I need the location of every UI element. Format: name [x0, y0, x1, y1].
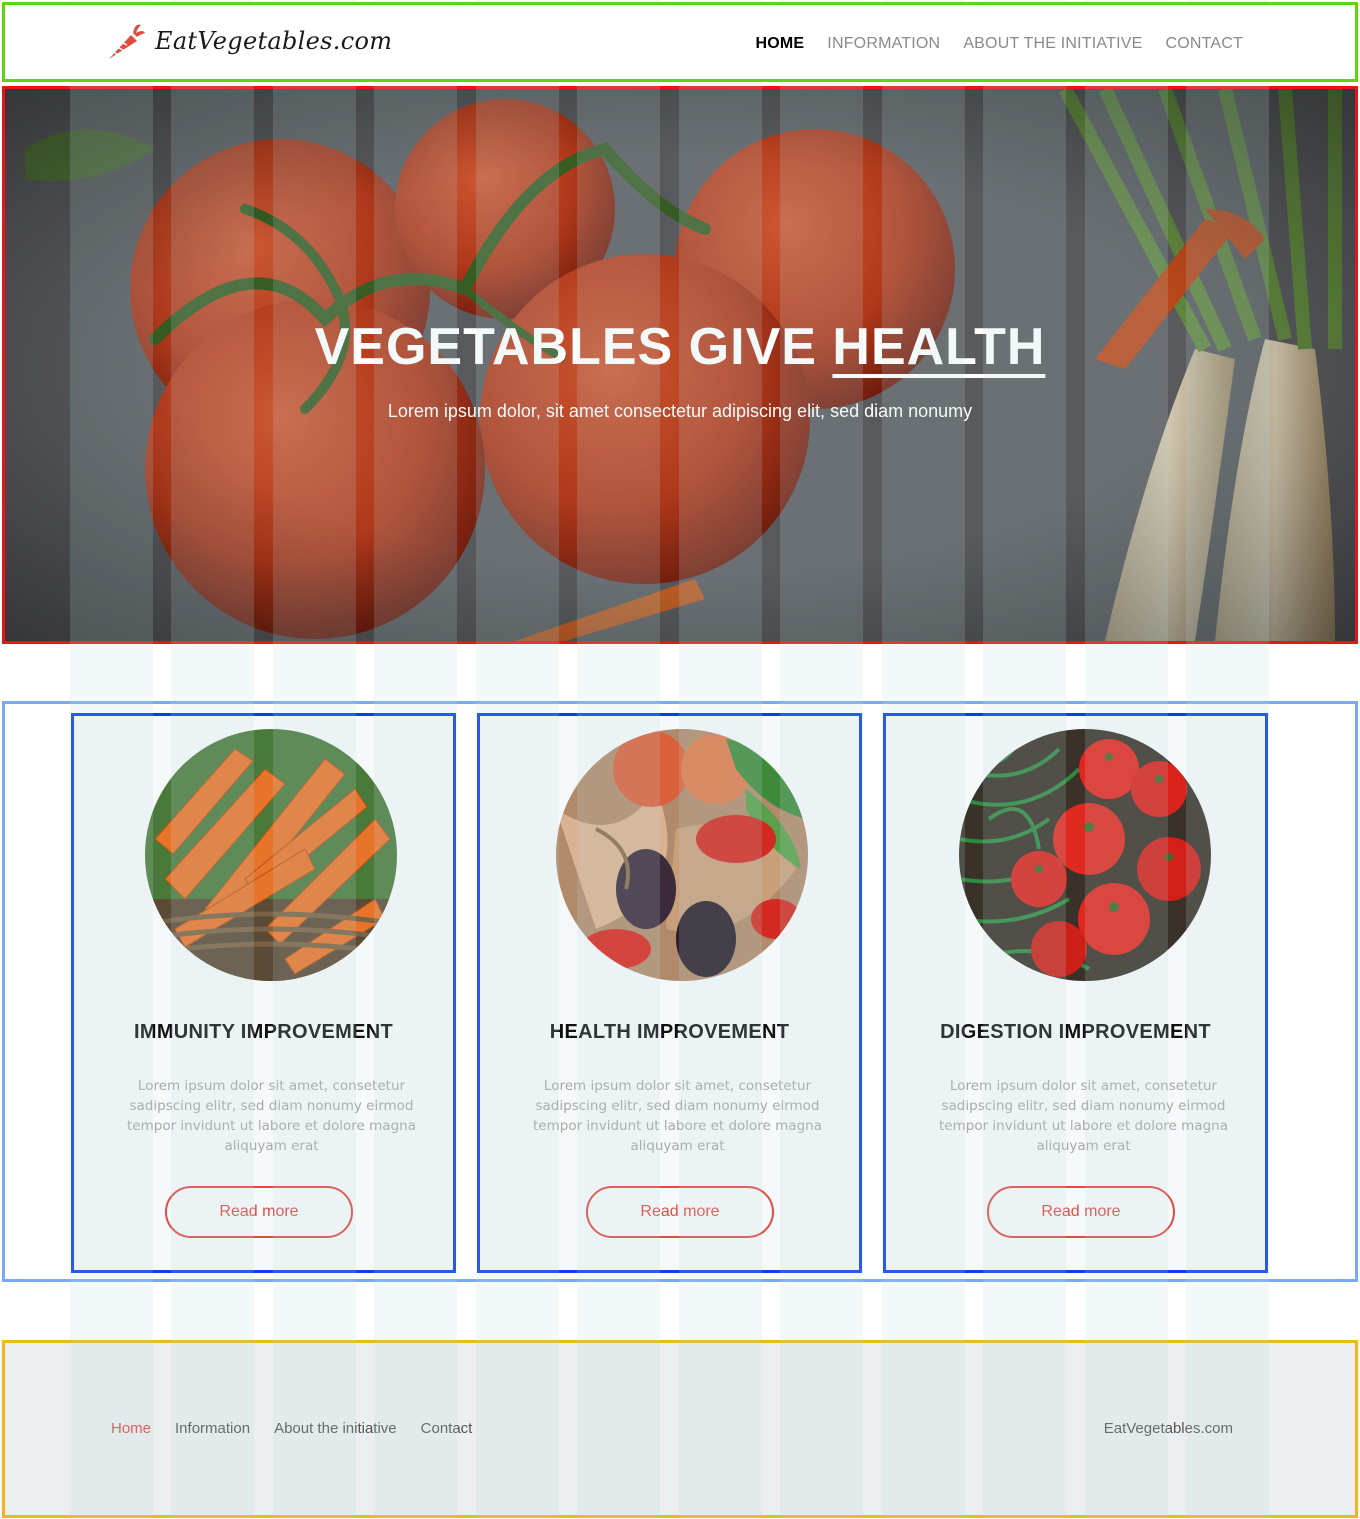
hero-subtitle: Lorem ipsum dolor, sit amet consectetur …	[387, 401, 973, 421]
footer-link-contact[interactable]: Contact	[421, 1420, 473, 1437]
card-text: Lorem ipsum dolor sit amet, consetetur s…	[533, 1078, 822, 1154]
card-title: DIGESTION IMPROVEMENT	[940, 1021, 1211, 1043]
tomatoes-greens-image	[959, 729, 1211, 981]
hero-title-main: VEGETABLES GIVE	[314, 318, 833, 376]
nav-item-about-the-initiative[interactable]: ABOUT THE INITIATIVE	[963, 35, 1142, 53]
footer-link-information[interactable]: Information	[175, 1420, 250, 1437]
card-text: Lorem ipsum dolor sit amet, consetetur s…	[127, 1078, 416, 1154]
read-more-button[interactable]: Read more	[987, 1186, 1175, 1238]
feature-card-immunity: IMMUNITY IMPROVEMENT Lorem ipsum dolor s…	[71, 713, 456, 1273]
nav-item-information[interactable]: INFORMATION	[827, 35, 940, 53]
carrot-logo-icon	[109, 24, 145, 59]
footer-brand: EatVegetables.com	[1103, 1420, 1233, 1437]
mixed-vegetables-image	[556, 729, 808, 981]
read-more-button[interactable]: Read more	[586, 1186, 774, 1238]
hero-title-highlight: HEALTH	[832, 318, 1046, 376]
card-title: HEALTH IMPROVEMENT	[549, 1021, 790, 1043]
site-logo[interactable]: EatVegetables.com	[103, 19, 392, 63]
card-title: IMMUNITY IMPROVEMENT	[134, 1021, 393, 1043]
footer-link-home[interactable]: Home	[111, 1420, 151, 1437]
site-header: EatVegetables.com HOME INFORMATION ABOUT…	[2, 2, 1358, 82]
feature-card-health: HEALTH IMPROVEMENT Lorem ipsum dolor sit…	[477, 713, 862, 1273]
card-text: Lorem ipsum dolor sit amet, consetetur s…	[939, 1078, 1228, 1154]
feature-card-digestion: DIGESTION IMPROVEMENT Lorem ipsum dolor …	[883, 713, 1268, 1273]
logo-text: EatVegetables.com	[155, 27, 393, 55]
hero-banner: VEGETABLES GIVE HEALTH Lorem ipsum dolor…	[2, 86, 1358, 644]
main-nav: HOME INFORMATION ABOUT THE INITIATIVE CO…	[755, 35, 1243, 53]
carrots-basket-image	[145, 729, 397, 981]
hero-title: VEGETABLES GIVE HEALTH	[5, 317, 1355, 377]
nav-item-contact[interactable]: CONTACT	[1165, 35, 1243, 53]
footer-nav: Home Information About the initiative Co…	[111, 1420, 472, 1437]
read-more-button[interactable]: Read more	[165, 1186, 353, 1238]
footer-link-about-the-initiative[interactable]: About the initiative	[274, 1420, 397, 1437]
site-footer: Home Information About the initiative Co…	[2, 1340, 1358, 1518]
features-section: IMMUNITY IMPROVEMENT Lorem ipsum dolor s…	[2, 701, 1358, 1282]
nav-item-home[interactable]: HOME	[755, 35, 804, 53]
